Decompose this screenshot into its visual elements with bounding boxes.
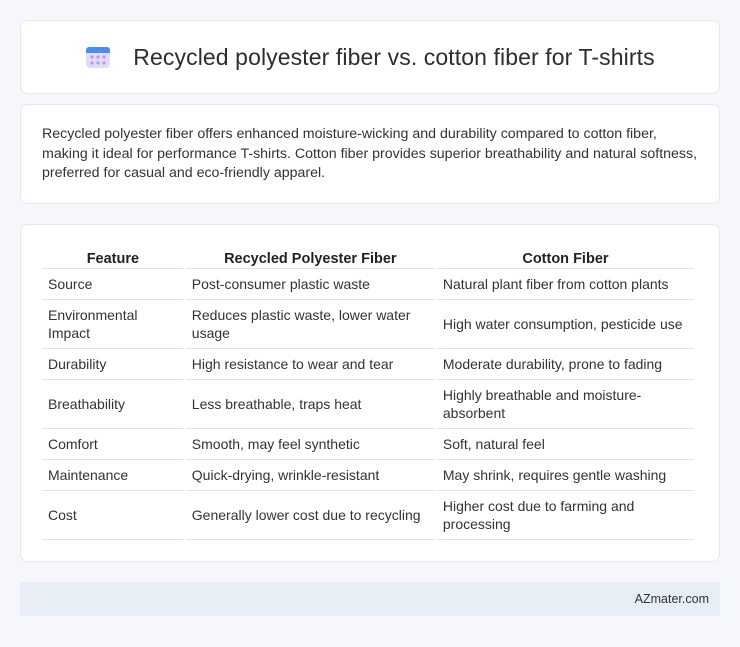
table-cell: Maintenance: [42, 460, 184, 491]
table-cell: Natural plant fiber from cotton plants: [436, 269, 694, 300]
column-header-feature: Feature: [42, 243, 184, 269]
table-cell: Higher cost due to farming and processin…: [436, 491, 694, 540]
table-cell: Moderate durability, prone to fading: [436, 349, 694, 380]
table-row: Durability High resistance to wear and t…: [42, 349, 694, 380]
table-cell: Soft, natural feel: [436, 429, 694, 460]
footer-brand: AZmater.com: [634, 592, 709, 606]
table-cell: Breathability: [42, 380, 184, 429]
table-cell: Reduces plastic waste, lower water usage: [185, 300, 435, 349]
table-row: Environmental Impact Reduces plastic was…: [42, 300, 694, 349]
table-cell: Comfort: [42, 429, 184, 460]
table-cell: Less breathable, traps heat: [185, 380, 435, 429]
table-cell: High resistance to wear and tear: [185, 349, 435, 380]
comparison-table: Feature Recycled Polyester Fiber Cotton …: [40, 243, 696, 540]
table-row: Breathability Less breathable, traps hea…: [42, 380, 694, 429]
table-cell: Cost: [42, 491, 184, 540]
table-cell: Environmental Impact: [42, 300, 184, 349]
table-row: Source Post-consumer plastic waste Natur…: [42, 269, 694, 300]
summary-text: Recycled polyester fiber offers enhanced…: [42, 126, 698, 181]
table-cell: Smooth, may feel synthetic: [185, 429, 435, 460]
column-header-cotton: Cotton Fiber: [436, 243, 694, 269]
table-cell: Highly breathable and moisture-absorbent: [436, 380, 694, 429]
calendar-icon: [86, 47, 111, 68]
page-title: Recycled polyester fiber vs. cotton fibe…: [133, 43, 655, 70]
table-row: Comfort Smooth, may feel synthetic Soft,…: [42, 429, 694, 460]
table-header-row: Feature Recycled Polyester Fiber Cotton …: [42, 243, 694, 269]
summary-card: Recycled polyester fiber offers enhanced…: [20, 104, 720, 204]
table-cell: Generally lower cost due to recycling: [185, 491, 435, 540]
table-row: Cost Generally lower cost due to recycli…: [42, 491, 694, 540]
table-cell: Post-consumer plastic waste: [185, 269, 435, 300]
table-cell: Source: [42, 269, 184, 300]
table-row: Maintenance Quick-drying, wrinkle-resist…: [42, 460, 694, 491]
footer: AZmater.com: [20, 582, 720, 616]
table-cell: Quick-drying, wrinkle-resistant: [185, 460, 435, 491]
column-header-recycled-polyester: Recycled Polyester Fiber: [185, 243, 435, 269]
title-card: Recycled polyester fiber vs. cotton fibe…: [20, 20, 720, 94]
comparison-table-card: Feature Recycled Polyester Fiber Cotton …: [20, 224, 720, 562]
table-cell: High water consumption, pesticide use: [436, 300, 694, 349]
table-cell: May shrink, requires gentle washing: [436, 460, 694, 491]
table-cell: Durability: [42, 349, 184, 380]
